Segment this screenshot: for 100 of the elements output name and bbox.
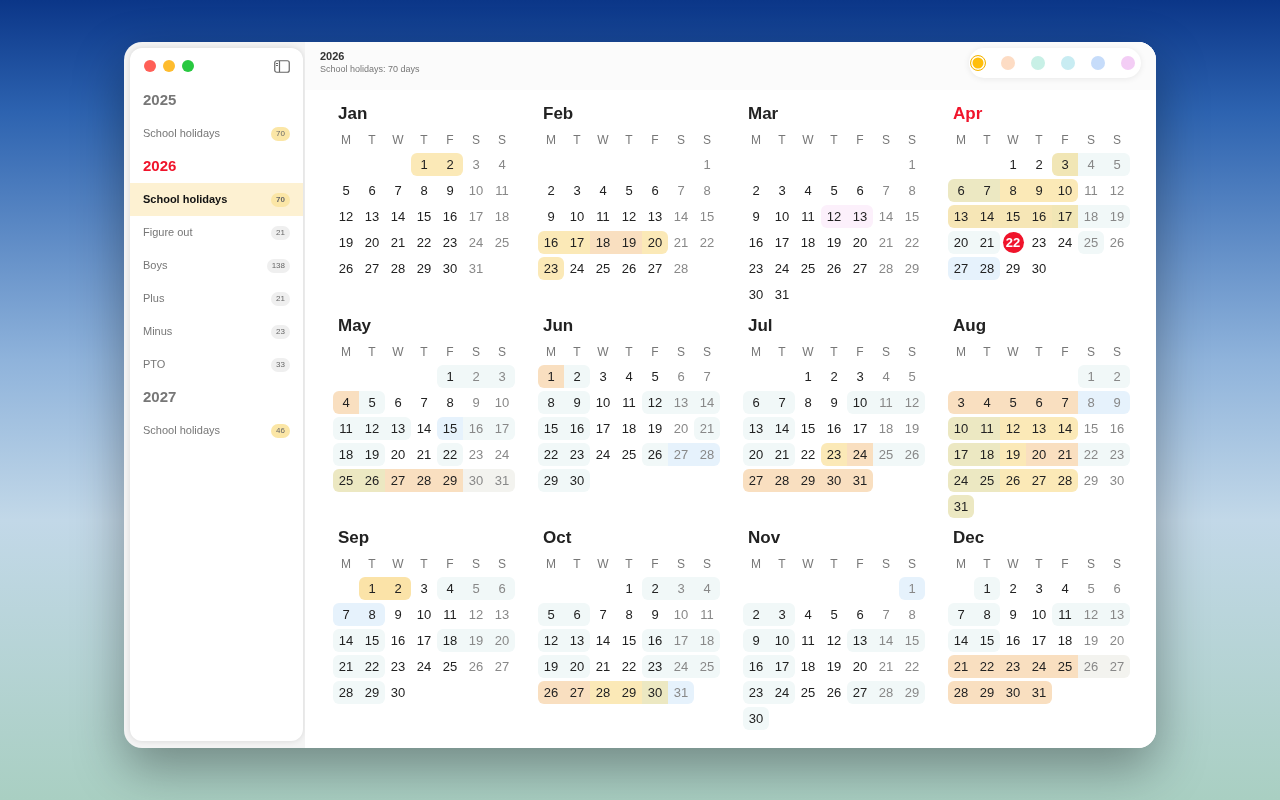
day-cell[interactable]: 13 [489,603,515,626]
day-cell[interactable]: 22 [974,655,1000,678]
day-cell[interactable]: 9 [437,179,463,202]
day-cell[interactable]: 15 [899,205,925,228]
sidebar-item[interactable]: Figure out 21 [130,216,303,249]
day-cell[interactable]: 26 [1104,231,1130,254]
day-cell[interactable]: 10 [1052,179,1078,202]
day-cell[interactable]: 3 [564,179,590,202]
day-cell[interactable]: 1 [616,577,642,600]
day-cell[interactable]: 7 [385,179,411,202]
day-cell[interactable]: 6 [385,391,411,414]
day-cell[interactable]: 15 [1000,205,1026,228]
day-cell[interactable]: 10 [463,179,489,202]
day-cell[interactable]: 25 [616,443,642,466]
color-swatch[interactable] [971,56,985,70]
day-cell[interactable]: 14 [385,205,411,228]
day-cell[interactable]: 6 [948,179,974,202]
day-cell[interactable]: 1 [1000,153,1026,176]
day-cell[interactable]: 11 [694,603,720,626]
day-cell[interactable]: 9 [642,603,668,626]
day-cell[interactable]: 19 [333,231,359,254]
day-cell[interactable]: 31 [847,469,873,492]
day-cell[interactable]: 19 [821,231,847,254]
sidebar-item[interactable]: Boys 138 [130,249,303,282]
day-cell[interactable]: 7 [974,179,1000,202]
day-cell[interactable]: 23 [1026,231,1052,254]
sidebar-item[interactable]: PTO 33 [130,348,303,381]
day-cell[interactable]: 6 [1026,391,1052,414]
day-cell[interactable]: 12 [642,391,668,414]
day-cell[interactable]: 3 [948,391,974,414]
day-cell[interactable]: 19 [821,655,847,678]
day-cell[interactable]: 6 [359,179,385,202]
day-cell[interactable]: 7 [668,179,694,202]
day-cell[interactable]: 1 [974,577,1000,600]
day-cell[interactable]: 24 [1026,655,1052,678]
day-cell[interactable]: 20 [668,417,694,440]
day-cell[interactable]: 21 [974,231,1000,254]
day-cell[interactable]: 23 [385,655,411,678]
day-cell[interactable]: 8 [616,603,642,626]
day-cell[interactable]: 26 [642,443,668,466]
day-cell[interactable]: 26 [359,469,385,492]
day-cell[interactable]: 28 [411,469,437,492]
day-cell[interactable]: 17 [564,231,590,254]
day-cell[interactable]: 5 [359,391,385,414]
day-cell[interactable]: 27 [385,469,411,492]
day-cell[interactable]: 22 [694,231,720,254]
day-cell[interactable]: 3 [847,365,873,388]
day-cell[interactable]: 10 [489,391,515,414]
day-cell[interactable]: 5 [1078,577,1104,600]
day-cell[interactable]: 6 [847,179,873,202]
day-cell[interactable]: 9 [1000,603,1026,626]
day-cell[interactable]: 21 [590,655,616,678]
day-cell[interactable]: 30 [437,257,463,280]
day-cell[interactable]: 25 [974,469,1000,492]
day-cell[interactable]: 24 [411,655,437,678]
day-cell[interactable]: 1 [359,577,385,600]
day-cell[interactable]: 9 [385,603,411,626]
day-cell[interactable]: 3 [1026,577,1052,600]
day-cell[interactable]: 8 [359,603,385,626]
day-cell[interactable]: 31 [1026,681,1052,704]
day-cell[interactable]: 12 [333,205,359,228]
day-cell[interactable]: 4 [1052,577,1078,600]
day-cell[interactable]: 18 [333,443,359,466]
day-cell[interactable]: 26 [333,257,359,280]
day-cell[interactable]: 27 [642,257,668,280]
day-cell[interactable]: 14 [1052,417,1078,440]
day-cell[interactable]: 24 [769,681,795,704]
day-cell[interactable]: 18 [795,231,821,254]
day-cell[interactable]: 27 [743,469,769,492]
day-cell[interactable]: 16 [821,417,847,440]
day-cell[interactable]: 1 [899,153,925,176]
day-cell[interactable]: 16 [1000,629,1026,652]
day-cell[interactable]: 18 [795,655,821,678]
day-cell[interactable]: 23 [538,257,564,280]
day-cell[interactable]: 13 [359,205,385,228]
day-cell[interactable]: 2 [743,603,769,626]
day-cell[interactable]: 11 [489,179,515,202]
day-cell[interactable]: 30 [1000,681,1026,704]
day-cell[interactable]: 2 [538,179,564,202]
day-cell[interactable]: 3 [769,179,795,202]
day-cell[interactable]: 3 [769,603,795,626]
day-cell[interactable]: 24 [948,469,974,492]
sidebar-item[interactable]: School holidays 46 [130,414,303,447]
day-cell[interactable]: 9 [1026,179,1052,202]
sidebar-item[interactable]: Plus 21 [130,282,303,315]
day-cell[interactable]: 15 [437,417,463,440]
day-cell[interactable]: 17 [1026,629,1052,652]
day-cell[interactable]: 13 [642,205,668,228]
day-cell[interactable]: 18 [873,417,899,440]
day-cell[interactable]: 24 [769,257,795,280]
day-cell[interactable]: 14 [333,629,359,652]
day-cell[interactable]: 20 [847,231,873,254]
day-cell[interactable]: 16 [437,205,463,228]
day-cell[interactable]: 22 [795,443,821,466]
day-cell[interactable]: 10 [769,629,795,652]
day-cell[interactable]: 23 [1000,655,1026,678]
window-control-icon[interactable] [144,60,156,72]
day-cell[interactable]: 18 [1052,629,1078,652]
day-cell[interactable]: 13 [847,629,873,652]
sidebar-item[interactable]: Minus 23 [130,315,303,348]
